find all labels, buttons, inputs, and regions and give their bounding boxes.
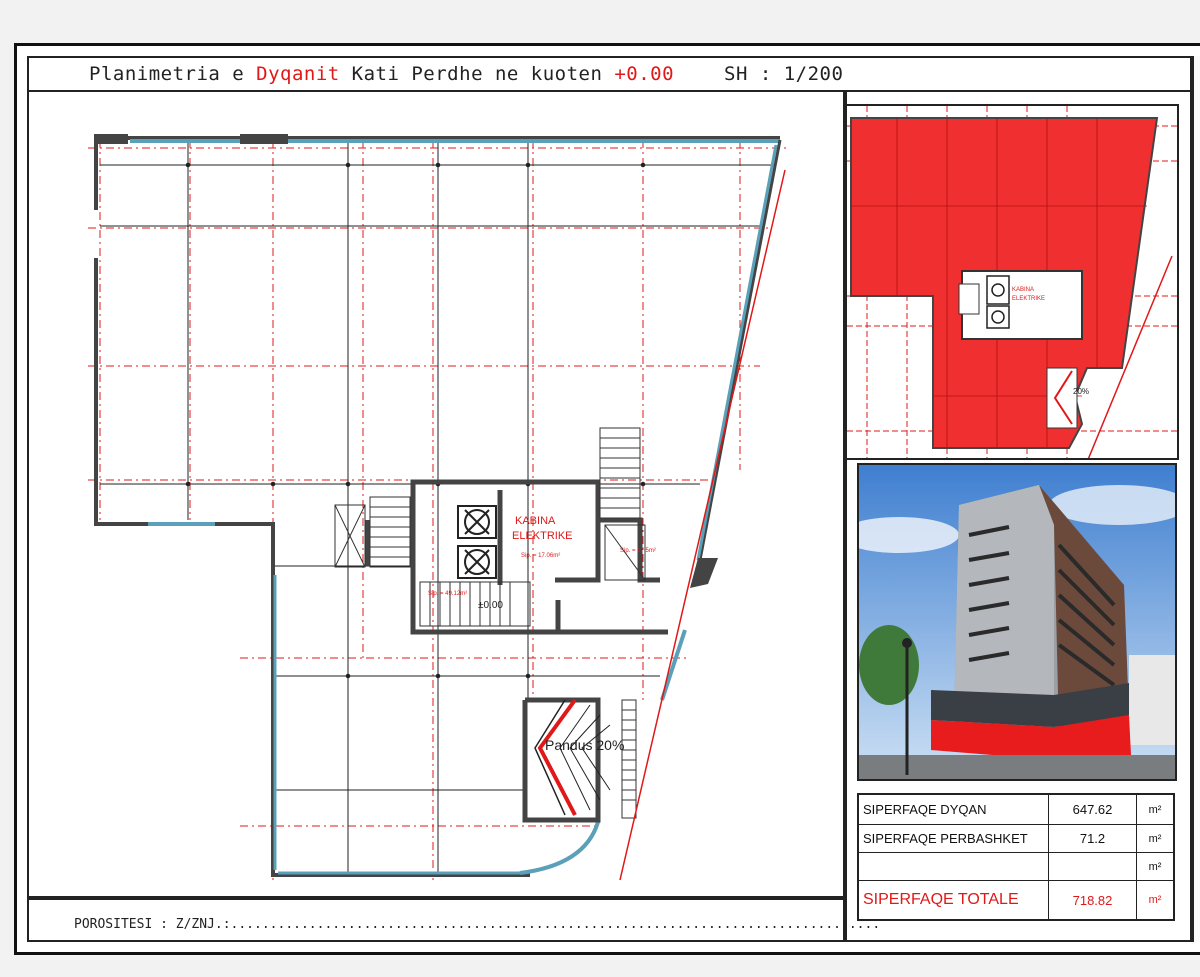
level-mark: ±0.00: [478, 600, 503, 611]
area-value: 647.62: [1049, 795, 1137, 824]
thumb-room-label-2: ELEKTRIKE: [1012, 296, 1045, 302]
footer-bar: POROSITESI : Z/ZNJ.:....................…: [27, 898, 880, 942]
core-block: [961, 270, 1083, 340]
area-unit: m²: [1148, 860, 1162, 873]
elevator-shafts: [457, 505, 497, 579]
area-value: [1049, 853, 1137, 880]
stair-area: Sip. = 49.12m²: [428, 591, 467, 597]
ramp-label: Pandus 20%: [545, 737, 624, 753]
area-label: [863, 853, 1049, 880]
small-area: Sip. = 17.5m²: [620, 548, 656, 554]
thumb-ramp-label: 20%: [1073, 387, 1089, 396]
right-edge-strip: [1192, 56, 1200, 942]
client-line: POROSITESI : Z/ZNJ.:....................…: [74, 917, 881, 932]
area-total-label: SIPERFAQE TOTALE: [863, 881, 1049, 919]
area-table: SIPERFAQE DYQAN 647.62 m² SIPERFAQE PERB…: [857, 793, 1175, 921]
area-unit: m²: [1148, 832, 1162, 845]
highlighted-plan-thumbnail: KABINA ELEKTRIKE 20%: [845, 104, 1179, 460]
room-area-1: Sip. = 17.06m²: [521, 553, 560, 559]
area-row: SIPERFAQE DYQAN 647.62 m²: [859, 795, 1173, 825]
building-render-svg: [859, 465, 1175, 779]
room-label-1: KABINA: [515, 515, 556, 527]
area-unit: m²: [1148, 803, 1162, 816]
area-total-row: SIPERFAQE TOTALE 718.82 m²: [859, 881, 1173, 919]
area-total-unit: m²: [1148, 894, 1162, 906]
room-label-2: ELEKTRIKE: [512, 530, 573, 542]
floor-plan-drawing: KABINA ELEKTRIKE Sip. = 17.06m² Sip. = 4…: [88, 134, 790, 881]
area-row: m²: [859, 853, 1173, 881]
area-label: SIPERFAQE PERBASHKET: [863, 825, 1049, 852]
building-render-image: [857, 463, 1177, 781]
area-value: 71.2: [1049, 825, 1137, 852]
thumb-room-label-1: KABINA: [1012, 287, 1034, 293]
red-grid-lines: [88, 140, 790, 880]
area-total-value: 718.82: [1049, 881, 1137, 919]
area-row: SIPERFAQE PERBASHKET 71.2 m²: [859, 825, 1173, 853]
highlighted-plan-svg: KABINA ELEKTRIKE 20%: [847, 106, 1177, 458]
dimension-lines: [100, 142, 775, 875]
exterior-walls: [94, 134, 782, 877]
area-label: SIPERFAQE DYQAN: [863, 795, 1049, 824]
